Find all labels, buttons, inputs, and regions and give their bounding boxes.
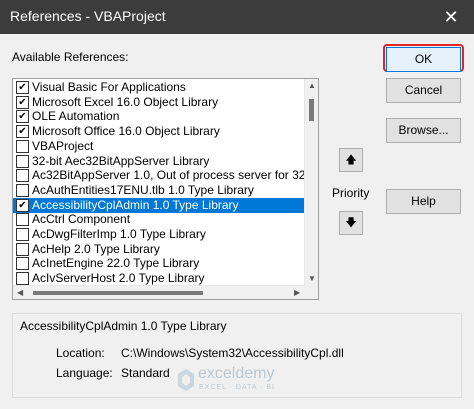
reference-item[interactable]: ✔ OLE Automation (13, 109, 305, 124)
reference-checkbox[interactable] (16, 228, 29, 241)
reference-item[interactable]: ✔ AccessibilityCplAdmin 1.0 Type Library (13, 197, 305, 213)
scroll-down-icon[interactable]: ▼ (308, 275, 316, 283)
reference-label: AccessibilityCplAdmin 1.0 Type Library (32, 197, 239, 212)
reference-item[interactable]: VBAProject (13, 139, 305, 154)
reference-item[interactable]: 32-bit Aec32BitAppServer Library (13, 154, 305, 169)
reference-checkbox[interactable] (16, 183, 29, 197)
reference-checkbox[interactable] (16, 213, 29, 227)
ok-button[interactable]: OK (386, 47, 461, 72)
scroll-left-icon[interactable]: ◀ (17, 289, 23, 297)
reference-label: Visual Basic For Applications (32, 80, 186, 94)
location-label: Location: (56, 346, 105, 360)
reference-item[interactable]: Ac32BitAppServer 1.0, Out of process ser… (13, 168, 305, 183)
close-icon[interactable]: ✕ (428, 0, 474, 34)
reference-label: AcCtrl Component (32, 212, 131, 227)
arrow-up-icon: 🡅 (345, 154, 357, 166)
reference-item[interactable]: AcDwgFilterImp 1.0 Type Library (13, 227, 305, 242)
reference-label: AcHelp 2.0 Type Library (32, 241, 160, 256)
reference-label: Microsoft Office 16.0 Object Library (32, 124, 220, 139)
priority-label: Priority (332, 186, 370, 200)
vertical-scroll-thumb[interactable] (309, 99, 314, 121)
reference-label: 32-bit Aec32BitAppServer Library (32, 153, 210, 168)
language-label: Language: (56, 366, 113, 380)
reference-item[interactable]: ✔ Microsoft Excel 16.0 Object Library (13, 95, 305, 110)
title-bar: References - VBAProject ✕ (0, 0, 474, 34)
exceldemy-logo-icon (178, 369, 194, 391)
reference-checkbox[interactable] (16, 242, 29, 256)
language-value: Standard (121, 366, 170, 380)
reference-item[interactable]: AcHelp 2.0 Type Library (13, 242, 305, 257)
reference-checkbox[interactable] (16, 154, 29, 168)
reference-item[interactable]: AcCtrl Component (13, 212, 305, 227)
cancel-button[interactable]: Cancel (386, 78, 461, 103)
reference-label: Microsoft Excel 16.0 Object Library (32, 94, 219, 109)
arrow-down-icon: 🡇 (345, 217, 357, 229)
reference-item[interactable]: ✔ Microsoft Office 16.0 Object Library (13, 124, 305, 139)
reference-checkbox[interactable]: ✔ (16, 81, 29, 94)
exceldemy-watermark: exceldemy EXCEL · DATA · BI (178, 363, 308, 397)
reference-item[interactable]: ✔ Visual Basic For Applications (13, 80, 305, 95)
vertical-scrollbar[interactable]: ▲ ▼ (304, 79, 318, 299)
horizontal-scroll-thumb[interactable] (33, 291, 203, 295)
references-dialog: References - VBAProject ✕ Available Refe… (0, 0, 474, 409)
window-title: References - VBAProject (10, 8, 166, 24)
reference-checkbox[interactable] (16, 139, 29, 153)
reference-label: AcDwgFilterImp 1.0 Type Library (32, 227, 206, 241)
reference-checkbox[interactable] (16, 169, 29, 183)
location-value: C:\Windows\System32\AccessibilityCpl.dll (121, 346, 344, 360)
reference-checkbox[interactable] (16, 272, 29, 286)
reference-checkbox[interactable] (16, 257, 29, 271)
scroll-up-icon[interactable]: ▲ (308, 82, 316, 90)
reference-item[interactable]: AcAuthEntities17ENU.tlb 1.0 Type Library (13, 183, 305, 198)
help-button[interactable]: Help (386, 189, 461, 214)
reference-label: AcInetEngine 22.0 Type Library (32, 256, 200, 271)
reference-checkbox[interactable]: ✔ (16, 110, 29, 124)
available-references-label: Available References: (12, 50, 129, 64)
horizontal-scrollbar[interactable]: ◀ ▶ (13, 285, 305, 299)
reference-label: VBAProject (32, 138, 94, 153)
reference-checkbox[interactable]: ✔ (16, 198, 29, 212)
references-list[interactable]: ✔ Visual Basic For Applications ✔ Microsoft… (12, 78, 319, 300)
priority-up-button[interactable]: 🡅 (339, 148, 363, 172)
reference-checkbox[interactable]: ✔ (16, 125, 29, 139)
scroll-right-icon[interactable]: ▶ (294, 289, 300, 297)
reference-label: AcIvServerHost 2.0 Type Library (32, 271, 205, 286)
reference-item[interactable]: AcInetEngine 22.0 Type Library (13, 256, 305, 271)
watermark-name: exceldemy (198, 365, 275, 382)
reference-item[interactable]: AcIvServerHost 2.0 Type Library (13, 271, 305, 286)
selected-reference-name: AccessibilityCplAdmin 1.0 Type Library (20, 319, 227, 333)
reference-checkbox[interactable]: ✔ (16, 95, 29, 109)
reference-label: AcAuthEntities17ENU.tlb 1.0 Type Library (32, 182, 254, 197)
browse-button[interactable]: Browse... (386, 118, 461, 143)
priority-down-button[interactable]: 🡇 (339, 211, 363, 235)
reference-label: Ac32BitAppServer 1.0, Out of process ser… (32, 168, 306, 183)
reference-label: OLE Automation (32, 109, 120, 124)
watermark-tagline: EXCEL · DATA · BI (199, 384, 275, 391)
